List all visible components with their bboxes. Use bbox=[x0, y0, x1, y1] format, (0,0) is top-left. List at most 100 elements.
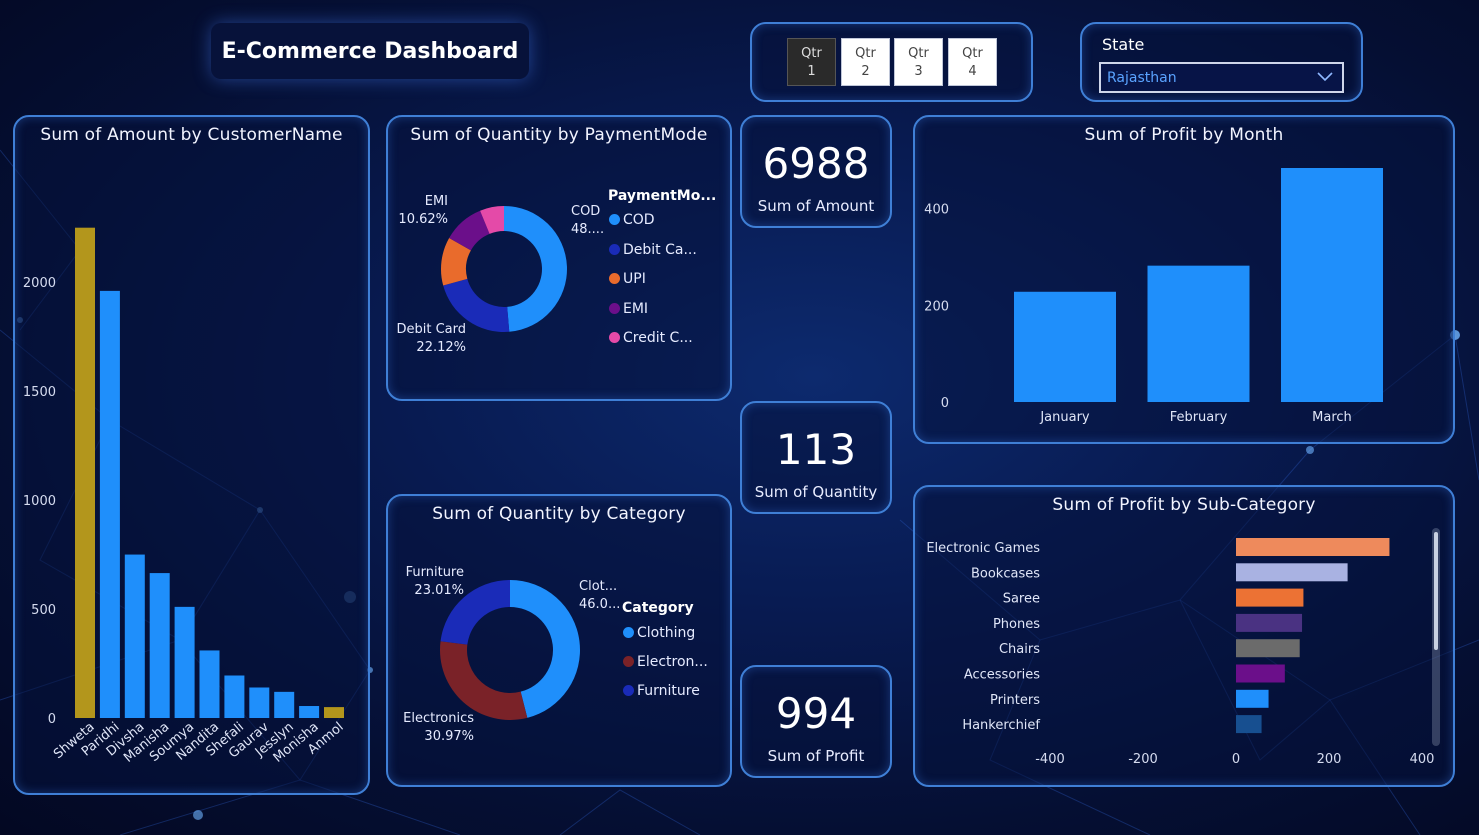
x-tick-label: 0 bbox=[1232, 752, 1240, 767]
quarter-number: 3 bbox=[914, 64, 923, 79]
legend-dot bbox=[609, 302, 620, 314]
x-tick-label: February bbox=[1170, 410, 1228, 425]
legend-label: COD bbox=[623, 212, 655, 228]
quarter-button-2[interactable]: Qtr 2 bbox=[841, 38, 890, 86]
legend-dot bbox=[623, 656, 634, 667]
legend-dot bbox=[623, 627, 634, 638]
x-tick-label: March bbox=[1312, 410, 1352, 425]
y-tick-label: 1500 bbox=[23, 385, 56, 400]
profit-by-month-chart: 0 200 400 January February March bbox=[924, 168, 1383, 425]
legend-dot bbox=[609, 214, 620, 225]
y-tick-label: 0 bbox=[48, 712, 56, 727]
data-label-name: Furniture bbox=[406, 565, 464, 580]
y-tick-label: Phones bbox=[993, 617, 1040, 632]
slice-cod bbox=[504, 206, 567, 332]
quarter-button-3[interactable]: Qtr 3 bbox=[894, 38, 943, 86]
quarter-label: Qtr bbox=[962, 46, 983, 61]
legend-item[interactable]: Debit Ca... bbox=[609, 242, 697, 258]
data-label-value: 23.01% bbox=[414, 583, 464, 598]
kpi-amount-label: Sum of Amount bbox=[757, 197, 875, 215]
legend-item[interactable]: Electron... bbox=[623, 654, 708, 670]
data-label-value: 10.62% bbox=[398, 212, 448, 227]
kpi-quantity-label: Sum of Quantity bbox=[754, 483, 878, 501]
data-label-value: 46.0... bbox=[579, 597, 620, 612]
kpi-quantity-card: 113 Sum of Quantity bbox=[740, 401, 892, 514]
kpi-profit-value: 994 bbox=[775, 689, 857, 738]
quarter-button-4[interactable]: Qtr 4 bbox=[948, 38, 997, 86]
bar-jesslyn bbox=[274, 691, 295, 718]
legend-dot bbox=[609, 273, 620, 284]
bar-printers bbox=[1236, 689, 1269, 708]
y-tick-label: 2000 bbox=[23, 276, 56, 291]
bar-anmol bbox=[324, 707, 344, 718]
subcat-scroll-thumb[interactable] bbox=[1434, 532, 1438, 650]
payment-legend-title: PaymentMo... bbox=[608, 188, 717, 204]
bar-hankerchief bbox=[1236, 715, 1262, 734]
legend-item[interactable]: EMI bbox=[609, 301, 648, 317]
kpi-profit-label: Sum of Profit bbox=[767, 747, 865, 765]
bar-accessories bbox=[1236, 664, 1285, 683]
bar-february bbox=[1147, 265, 1250, 402]
legend-label: UPI bbox=[623, 271, 646, 287]
bar-electronic-games bbox=[1236, 538, 1390, 556]
dashboard-title: E-Commerce Dashboard bbox=[211, 23, 529, 79]
data-label-name: Clot... bbox=[579, 579, 617, 594]
legend-label: Electron... bbox=[637, 654, 708, 670]
legend-label: Furniture bbox=[637, 683, 700, 699]
legend-dot bbox=[609, 243, 620, 255]
x-tick-label: -400 bbox=[1035, 752, 1065, 767]
bar-soumya bbox=[174, 606, 195, 718]
bar-monisha bbox=[299, 706, 320, 718]
quarter-label: Qtr bbox=[801, 46, 822, 61]
y-tick-label: 0 bbox=[941, 396, 949, 411]
legend-item[interactable]: UPI bbox=[609, 271, 646, 287]
y-tick-label: Saree bbox=[1003, 592, 1040, 607]
state-dropdown[interactable]: Rajasthan bbox=[1099, 62, 1344, 93]
bar-manisha bbox=[149, 573, 170, 718]
bar-paridhi bbox=[99, 290, 120, 718]
bar-january bbox=[1014, 291, 1116, 402]
quarter-number: 1 bbox=[807, 64, 816, 79]
data-label-value: 48.... bbox=[571, 222, 604, 237]
data-label-value: 30.97% bbox=[424, 729, 474, 744]
bar-phones bbox=[1236, 613, 1303, 632]
bar-chairs bbox=[1236, 639, 1300, 658]
payment-mode-donut: COD 48.... EMI 10.62% Debit Card 22.12% bbox=[396, 194, 604, 355]
quarter-label: Qtr bbox=[855, 46, 876, 61]
kpi-amount-value: 6988 bbox=[762, 139, 870, 188]
bar-divsha bbox=[124, 554, 145, 718]
bar-march bbox=[1281, 168, 1383, 402]
legend-label: EMI bbox=[623, 300, 649, 317]
data-label-name: EMI bbox=[425, 194, 448, 209]
legend-item[interactable]: COD bbox=[609, 212, 655, 228]
y-tick-label: 1000 bbox=[23, 494, 56, 509]
legend-item[interactable]: Clothing bbox=[623, 625, 695, 641]
y-tick-label: Accessories bbox=[964, 668, 1040, 683]
data-label-name: COD bbox=[571, 204, 600, 219]
y-tick-label: 200 bbox=[924, 299, 949, 314]
legend-label: Debit Ca... bbox=[623, 241, 697, 258]
x-tick-label: 200 bbox=[1317, 752, 1342, 767]
x-tick-label: January bbox=[1039, 410, 1090, 425]
y-tick-label: Printers bbox=[990, 693, 1040, 708]
state-label: State bbox=[1102, 35, 1145, 54]
state-selected-value: Rajasthan bbox=[1107, 70, 1177, 86]
legend-label: Credit C... bbox=[623, 330, 693, 346]
x-tick-label: 400 bbox=[1410, 752, 1435, 767]
y-tick-label: Chairs bbox=[999, 642, 1040, 657]
y-tick-label: 500 bbox=[31, 603, 56, 618]
y-tick-label: Hankerchief bbox=[962, 718, 1040, 733]
category-legend-title: Category bbox=[622, 600, 694, 616]
kpi-amount-card: 6988 Sum of Amount bbox=[740, 115, 892, 228]
chevron-down-icon bbox=[1317, 72, 1333, 82]
bar-gaurav bbox=[249, 687, 270, 718]
data-label-name: Electronics bbox=[403, 711, 474, 726]
data-label-value: 22.12% bbox=[416, 340, 466, 355]
data-label-name: Debit Card bbox=[396, 322, 466, 337]
legend-label: Clothing bbox=[637, 625, 696, 641]
legend-item[interactable]: Credit C... bbox=[609, 330, 693, 346]
legend-item[interactable]: Furniture bbox=[623, 683, 700, 699]
quarter-button-1[interactable]: Qtr 1 bbox=[787, 38, 836, 86]
quarter-number: 2 bbox=[861, 64, 870, 79]
kpi-quantity-value: 113 bbox=[775, 425, 857, 474]
